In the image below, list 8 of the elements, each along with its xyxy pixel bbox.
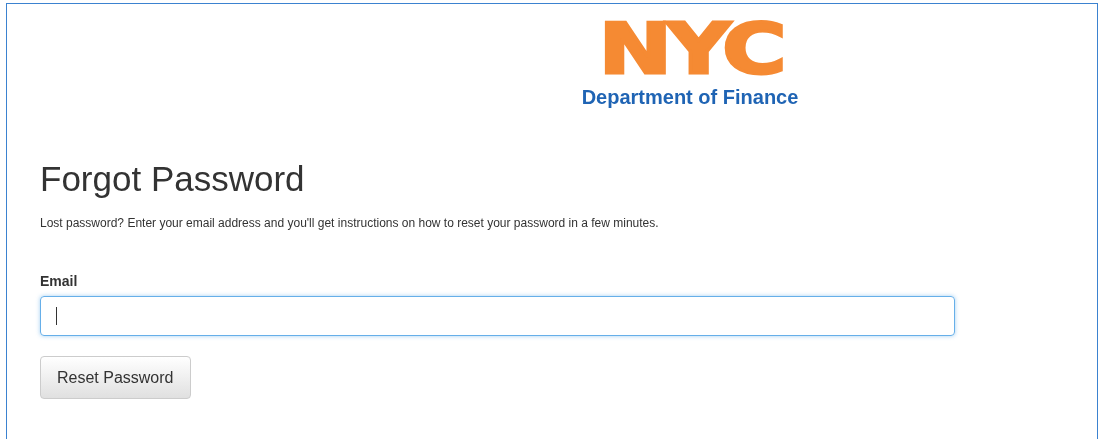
email-field[interactable] bbox=[40, 296, 955, 336]
instructions-text: Lost password? Enter your email address and you'll get instructions on how to reset your password in a few minutes. bbox=[40, 216, 659, 230]
page-title: Forgot Password bbox=[40, 159, 305, 199]
logo-mark: NYC bbox=[598, 16, 782, 82]
field-label: Email bbox=[40, 273, 78, 289]
reset-password-button[interactable]: Reset Password bbox=[40, 356, 191, 399]
text-cursor-icon bbox=[56, 307, 57, 325]
department-name: Department of Finance bbox=[581, 86, 799, 109]
